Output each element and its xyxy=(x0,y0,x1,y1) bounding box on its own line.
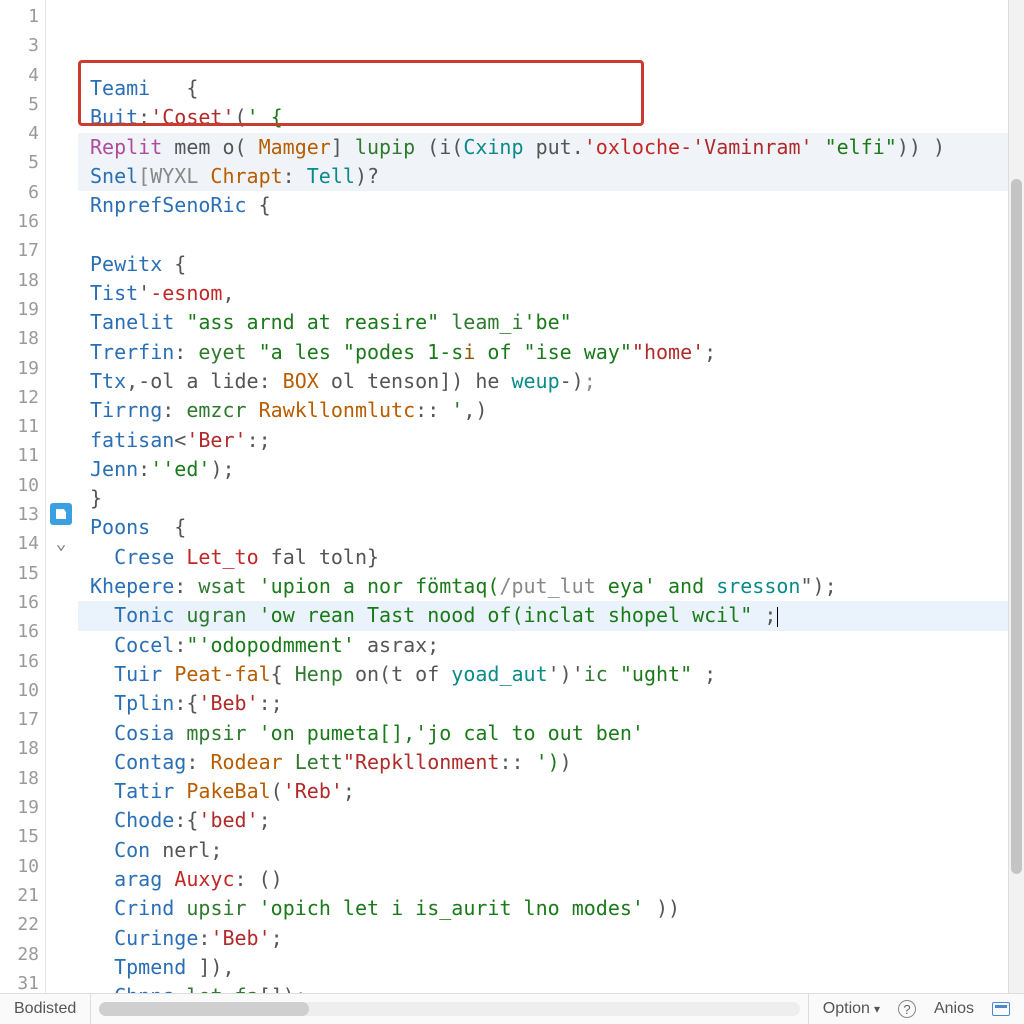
code-line[interactable]: Tonic ugran 'ow rean Tast nood of(inclat… xyxy=(78,601,1008,630)
code-line[interactable]: Buit:'Coset'(' { xyxy=(78,103,1008,132)
code-line[interactable]: RnprefSenoRic { xyxy=(78,191,1008,220)
line-number: 4 xyxy=(0,61,45,90)
code-line[interactable]: Chode:{'bed'; xyxy=(78,806,1008,835)
code-line[interactable]: Cocel:"'odopodmment' asrax; xyxy=(78,631,1008,660)
line-number: 16 xyxy=(0,207,45,236)
line-number-gutter: 1345456161718191819121111101314151616161… xyxy=(0,0,46,993)
status-right-label[interactable]: Anios xyxy=(934,1000,974,1018)
line-number: 19 xyxy=(0,793,45,822)
code-line[interactable]: fatisan<'Ber':; xyxy=(78,426,1008,455)
horizontal-scrollbar[interactable] xyxy=(99,1002,800,1016)
horizontal-scrollbar-thumb[interactable] xyxy=(99,1002,309,1016)
line-number: 10 xyxy=(0,676,45,705)
status-left-label[interactable]: Bodisted xyxy=(0,994,91,1024)
code-line[interactable]: Jenn:''ed'); xyxy=(78,455,1008,484)
code-line[interactable]: Snel[WYXL Chrapt: Tell)? xyxy=(78,162,1008,191)
code-line[interactable]: Ttx,-ol a lide: BOX ol tenson]) he weup-… xyxy=(78,367,1008,396)
line-number: 11 xyxy=(0,441,45,470)
line-number: 5 xyxy=(0,90,45,119)
fold-chevron-icon[interactable]: ⌄ xyxy=(50,532,72,554)
line-number: 14 xyxy=(0,529,45,558)
code-editor[interactable]: 1345456161718191819121111101314151616161… xyxy=(0,0,1024,993)
code-line[interactable]: Poons { xyxy=(78,513,1008,542)
code-line[interactable]: Crind upsir 'opich let i is_aurit lno mo… xyxy=(78,894,1008,923)
breakpoint-icon[interactable] xyxy=(50,503,72,525)
code-line[interactable]: Tplin:{'Beb':; xyxy=(78,689,1008,718)
code-line[interactable]: Pewitx { xyxy=(78,250,1008,279)
code-line[interactable]: Khepere: wsat 'upion a nor fömtaq(/put_l… xyxy=(78,572,1008,601)
code-line[interactable]: Tanelit "ass arnd at reasire" leam_i'be" xyxy=(78,308,1008,337)
line-number: 13 xyxy=(0,500,45,529)
line-number: 17 xyxy=(0,236,45,265)
code-line[interactable]: } xyxy=(78,484,1008,513)
code-line[interactable]: Tist'-esnom, xyxy=(78,279,1008,308)
code-line[interactable]: Replit mem o( Mamger] lupip (i(Cxinp put… xyxy=(78,133,1008,162)
line-number: 16 xyxy=(0,647,45,676)
line-number: 10 xyxy=(0,852,45,881)
code-line[interactable]: Crese Let_to fal toln} xyxy=(78,543,1008,572)
glyph-margin: ⌄ xyxy=(46,0,78,993)
line-number: 18 xyxy=(0,764,45,793)
line-number: 17 xyxy=(0,705,45,734)
code-line[interactable]: Tirrng: emzcr Rawkllonmlutc:: ',) xyxy=(78,396,1008,425)
code-line[interactable]: Tpmend ]), xyxy=(78,953,1008,982)
line-number: 12 xyxy=(0,383,45,412)
line-number: 1 xyxy=(0,2,45,31)
line-number: 15 xyxy=(0,822,45,851)
line-number: 18 xyxy=(0,734,45,763)
code-line[interactable]: Curinge:'Beb'; xyxy=(78,924,1008,953)
status-bar: Bodisted Option ▾ ? Anios xyxy=(0,993,1024,1024)
code-line[interactable]: Tuir Peat-fal{ Henp on(t of yoad_aut')'i… xyxy=(78,660,1008,689)
code-line[interactable]: Trerfin: eyet "a les "podes 1-si of "ise… xyxy=(78,338,1008,367)
line-number: 11 xyxy=(0,412,45,441)
code-line[interactable]: Contag: Rodear Lett"Repkllonment:: ')) xyxy=(78,748,1008,777)
line-number: 4 xyxy=(0,119,45,148)
line-number: 21 xyxy=(0,881,45,910)
code-line[interactable] xyxy=(78,220,1008,249)
line-number: 10 xyxy=(0,471,45,500)
code-line[interactable]: Teami { xyxy=(78,74,1008,103)
line-number: 19 xyxy=(0,295,45,324)
line-number: 22 xyxy=(0,910,45,939)
line-number: 16 xyxy=(0,617,45,646)
code-line[interactable]: arag Auxyc: () xyxy=(78,865,1008,894)
code-line[interactable]: Con nerl; xyxy=(78,836,1008,865)
vertical-scrollbar-thumb[interactable] xyxy=(1011,179,1022,874)
code-line[interactable]: Tatir PakeBal('Reb'; xyxy=(78,777,1008,806)
code-line[interactable]: Cosia mpsir 'on pumeta[],'jo cal to out … xyxy=(78,719,1008,748)
line-number: 28 xyxy=(0,940,45,969)
help-icon[interactable]: ? xyxy=(898,1000,916,1018)
line-number: 18 xyxy=(0,324,45,353)
line-number: 16 xyxy=(0,588,45,617)
code-area[interactable]: Teami {Buit:'Coset'(' {Replit mem o( Mam… xyxy=(78,0,1008,993)
panel-layout-icon[interactable] xyxy=(992,1002,1010,1016)
line-number: 5 xyxy=(0,148,45,177)
line-number: 19 xyxy=(0,354,45,383)
chevron-down-icon: ▾ xyxy=(874,1002,880,1016)
vertical-scrollbar[interactable] xyxy=(1008,0,1024,993)
code-line[interactable]: Chnns let_fa[]); xyxy=(78,982,1008,993)
line-number: 6 xyxy=(0,178,45,207)
line-number: 18 xyxy=(0,266,45,295)
status-option-item[interactable]: Option ▾ xyxy=(823,1000,880,1018)
line-number: 15 xyxy=(0,559,45,588)
line-number: 3 xyxy=(0,31,45,60)
